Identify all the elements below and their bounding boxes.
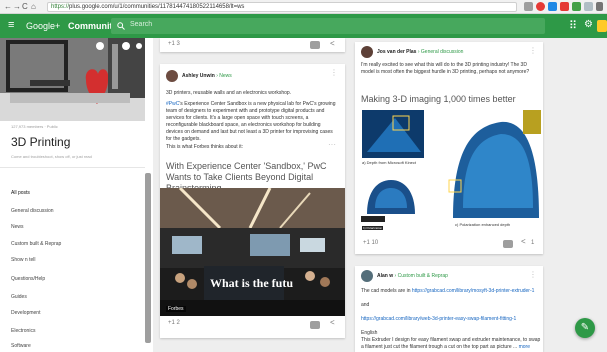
comment-icon[interactable]: [310, 321, 320, 329]
share-icon[interactable]: <: [521, 237, 526, 246]
post-link[interactable]: https://grabcad.com/library/mosyft-3d-pr…: [412, 288, 535, 294]
community-cover-photo: [0, 38, 145, 121]
forward-icon[interactable]: →: [13, 2, 21, 11]
post-link[interactable]: https://grabcad.com/library/web-3d-print…: [361, 316, 539, 323]
post-text: The cad models are in https://grabcad.co…: [361, 288, 535, 294]
nav-item-general-discussion[interactable]: General discussion: [11, 208, 54, 214]
nav-item-questions-help[interactable]: Questions/Help: [11, 276, 45, 282]
extension-icon[interactable]: [536, 2, 545, 11]
hamburger-icon[interactable]: ≡: [8, 19, 14, 31]
address-bar[interactable]: https://plus.google.com/u/1/communities/…: [47, 2, 517, 12]
nav-item-custom-built[interactable]: Custom built & Reprap: [11, 241, 61, 247]
community-description: Come and troubleshoot, show off, or just…: [11, 154, 92, 159]
divider: [0, 167, 145, 168]
post-menu-icon[interactable]: ⋮: [529, 46, 537, 55]
plus-one-button[interactable]: +1 10: [363, 240, 378, 246]
plus-one-button[interactable]: +1 2: [168, 320, 180, 326]
post-text: and: [361, 302, 370, 308]
plus-one-button[interactable]: +1 3: [168, 41, 180, 47]
nav-item-development[interactable]: Development: [11, 310, 40, 316]
community-title: 3D Printing: [11, 135, 71, 149]
photo-caption: What is the futu: [210, 276, 294, 290]
sidebar-scrollbar[interactable]: [145, 173, 151, 343]
url-text: plus.google.com/u/1/communities/11781447…: [69, 4, 245, 10]
community-sidebar: 127,973 members · Public 3D Printing Com…: [0, 38, 153, 352]
comment-icon[interactable]: [310, 41, 320, 49]
author-avatar[interactable]: [361, 270, 373, 282]
home-icon[interactable]: ⌂: [31, 2, 36, 11]
post-card: Jos van der Plas › General discussion ⋮ …: [355, 42, 543, 254]
nav-item-all-posts[interactable]: All posts: [11, 190, 30, 196]
member-count: 127,973 members · Public: [11, 124, 58, 129]
star-icon[interactable]: [524, 2, 533, 11]
extension-icon[interactable]: [548, 2, 557, 11]
post-card: Alan w › Custom built & Reprap ⋮ The cad…: [355, 266, 543, 352]
post-card: Ashley Unwin › News ⋮ 3D printers, reusa…: [160, 64, 345, 338]
post-body: This Extruder I design for easy filament…: [361, 337, 541, 350]
back-icon[interactable]: ←: [4, 2, 12, 11]
figure-label-c: c) Polarization enhanced depth: [455, 222, 511, 227]
link-preview-title[interactable]: Making 3-D imaging 1,000 times better: [361, 94, 537, 105]
post-community[interactable]: News: [219, 73, 232, 79]
post-author[interactable]: Ashley Unwin › News: [182, 73, 232, 79]
post-text: English: [361, 330, 378, 336]
share-count: 1: [531, 240, 535, 246]
nav-item-software[interactable]: Software: [11, 343, 31, 349]
settings-icon[interactable]: ⚙: [584, 19, 593, 30]
post-menu-icon[interactable]: ⋮: [330, 68, 338, 77]
link-preview-image[interactable]: a) Depth from Microsoft Kinect b) Polari…: [355, 108, 543, 234]
post-card-previous: +1 3 <: [160, 38, 345, 52]
search-bar[interactable]: Search: [111, 18, 545, 34]
comment-icon[interactable]: [503, 240, 513, 248]
author-avatar[interactable]: [166, 70, 178, 82]
figure-label-a: a) Depth from Microsoft Kinect: [362, 160, 417, 165]
post-community[interactable]: General discussion: [421, 49, 464, 55]
share-icon[interactable]: <: [330, 39, 335, 48]
reload-icon[interactable]: C: [22, 2, 28, 11]
nav-item-electronics[interactable]: Electronics: [11, 328, 35, 334]
extension-icon[interactable]: [572, 2, 581, 11]
nav-item-show-n-tell[interactable]: Show n tell: [11, 257, 35, 263]
search-input[interactable]: Search: [130, 21, 152, 28]
brand-logo[interactable]: Google+: [26, 21, 60, 31]
post-menu-icon[interactable]: ⋮: [529, 270, 537, 279]
url-scheme: https://: [51, 4, 70, 10]
post-body: #PwC's Experience Center Sandbox is a ne…: [166, 101, 336, 142]
post-text: 3D printers, reusable walls and an elect…: [166, 90, 292, 96]
photo-source[interactable]: Forbes: [166, 306, 186, 312]
browser-toolbar: ← → C ⌂ https://plus.google.com/u/1/comm…: [0, 0, 607, 14]
author-avatar[interactable]: [361, 46, 373, 58]
avatar[interactable]: [597, 20, 607, 32]
post-author[interactable]: Jos van der Plas › General discussion: [377, 49, 463, 55]
post-footer-text: This is what Forbes thinks about it:: [166, 144, 243, 150]
post-community[interactable]: Custom built & Reprap: [398, 273, 448, 279]
link-preview-image[interactable]: What is the futu Forbes: [160, 188, 345, 316]
post-more-icon[interactable]: ···: [328, 140, 336, 149]
apps-icon[interactable]: ⠿: [569, 19, 577, 32]
hashtag-link[interactable]: #PwC: [166, 101, 179, 107]
post-text: I'm really excited to see what this will…: [361, 62, 530, 75]
extension-icon[interactable]: [560, 2, 569, 11]
compose-button[interactable]: ✎: [575, 318, 595, 338]
menu-icon[interactable]: [596, 2, 603, 11]
more-link[interactable]: more: [519, 344, 530, 350]
post-author[interactable]: Alan w › Custom built & Reprap: [377, 273, 448, 279]
extension-icon[interactable]: [584, 2, 593, 11]
search-icon: [117, 22, 125, 30]
share-icon[interactable]: <: [330, 318, 335, 327]
nav-item-news[interactable]: News: [11, 224, 24, 230]
nav-item-guides[interactable]: Guides: [11, 294, 27, 300]
figure-label-b: b) Polarization: [362, 226, 384, 230]
